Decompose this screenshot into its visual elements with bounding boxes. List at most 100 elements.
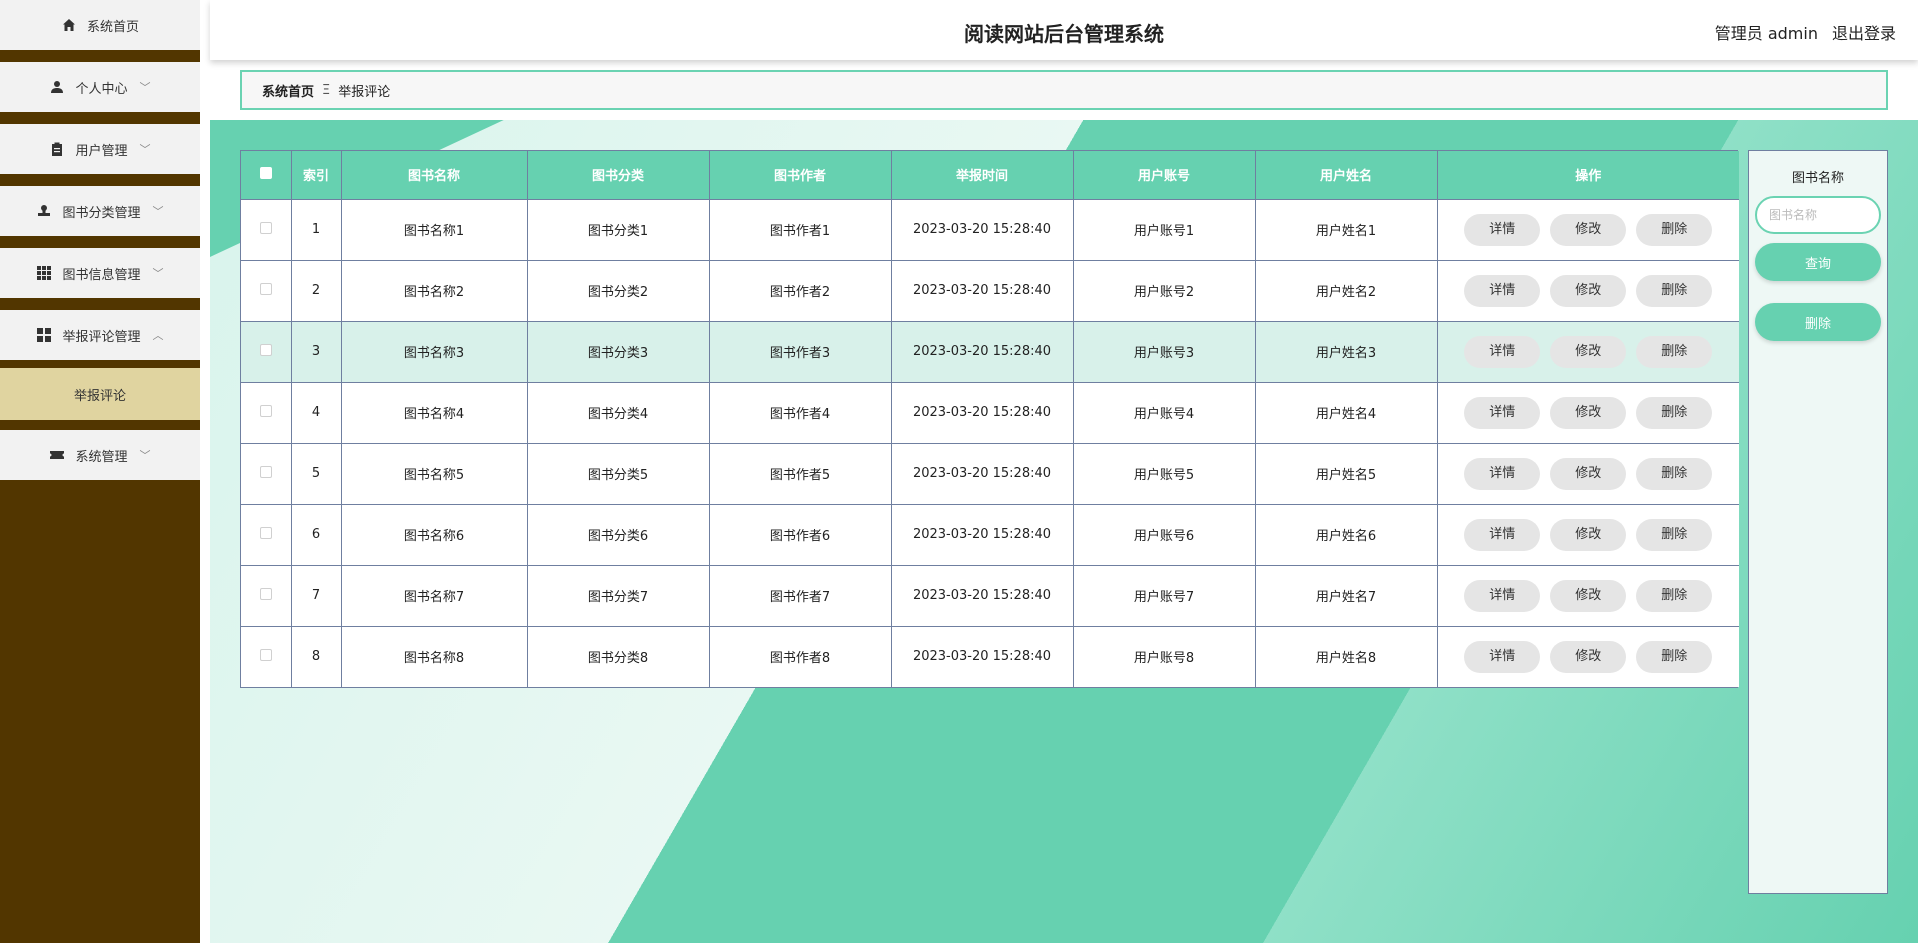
sidebar-item-report-comments[interactable]: 举报评论管理 ︿ — [0, 310, 200, 366]
table-row[interactable]: 2 图书名称2 图书分类2 图书作者2 2023-03-20 15:28:40 用户账号2… — [241, 259, 1739, 321]
row-checkbox[interactable] — [259, 526, 272, 539]
cell-account: 用户账号8 — [1073, 625, 1256, 687]
edit-button[interactable]: 修改 — [1550, 518, 1627, 551]
row-select-cell — [241, 503, 292, 565]
cell-author: 图书作者5 — [709, 442, 892, 504]
cell-time: 2023-03-20 15:28:40 — [891, 259, 1074, 321]
cell-category: 图书分类6 — [527, 503, 710, 565]
delete-button[interactable]: 删除 — [1636, 274, 1713, 307]
table-row[interactable]: 1 图书名称1 图书分类1 图书作者1 2023-03-20 15:28:40 用户账号1… — [241, 198, 1739, 260]
cell-index: 7 — [291, 564, 342, 626]
sidebar-item-label: 用户管理 — [75, 143, 128, 159]
cell-account: 用户账号3 — [1073, 320, 1256, 382]
detail-button[interactable]: 详情 — [1464, 640, 1541, 673]
sidebar-item-book-category[interactable]: 图书分类管理 ﹀ — [0, 186, 200, 242]
breadcrumb-home[interactable]: 系统首页 — [262, 81, 314, 100]
detail-button[interactable]: 详情 — [1464, 579, 1541, 612]
delete-button[interactable]: 删除 — [1636, 335, 1713, 368]
edit-button[interactable]: 修改 — [1550, 457, 1627, 490]
column-header: 图书作者 — [709, 151, 892, 199]
cell-time: 2023-03-20 15:28:40 — [891, 381, 1074, 443]
table-row[interactable]: 7 图书名称7 图书分类7 图书作者7 2023-03-20 15:28:40 用户账号7… — [241, 564, 1739, 626]
delete-button[interactable]: 删除 — [1636, 213, 1713, 246]
row-checkbox[interactable] — [259, 221, 272, 234]
column-header: 图书名称 — [341, 151, 528, 199]
cell-actions: 详情 修改 删除 — [1437, 320, 1739, 382]
delete-button[interactable]: 删除 — [1636, 640, 1713, 673]
edit-button[interactable]: 修改 — [1550, 640, 1627, 673]
cell-category: 图书分类8 — [527, 625, 710, 687]
cell-category: 图书分类1 — [527, 198, 710, 260]
chevron-down-icon: ﹀ — [139, 143, 151, 156]
sidebar-item-label: 个人中心 — [75, 81, 128, 97]
row-select-cell — [241, 442, 292, 504]
table-row[interactable]: 4 图书名称4 图书分类4 图书作者4 2023-03-20 15:28:40 用户账号4… — [241, 381, 1739, 443]
delete-button[interactable]: 删除 — [1636, 518, 1713, 551]
table-row[interactable]: 6 图书名称6 图书分类6 图书作者6 2023-03-20 15:28:40 用户账号6… — [241, 503, 1739, 565]
column-header: 索引 — [291, 151, 342, 199]
detail-button[interactable]: 详情 — [1464, 457, 1541, 490]
cell-time: 2023-03-20 15:28:40 — [891, 625, 1074, 687]
detail-button[interactable]: 详情 — [1464, 518, 1541, 551]
delete-button[interactable]: 删除 — [1636, 579, 1713, 612]
detail-button[interactable]: 详情 — [1464, 335, 1541, 368]
edit-button[interactable]: 修改 — [1550, 274, 1627, 307]
edit-button[interactable]: 修改 — [1550, 213, 1627, 246]
cell-actions: 详情 修改 删除 — [1437, 198, 1739, 260]
cell-author: 图书作者2 — [709, 259, 892, 321]
cell-actions: 详情 修改 删除 — [1437, 564, 1739, 626]
cell-category: 图书分类3 — [527, 320, 710, 382]
report-table: 索引 图书名称 图书分类 图书作者 举报时间 用户账号 用户姓名 操作 1 图书名… — [240, 150, 1739, 688]
detail-button[interactable]: 详情 — [1464, 213, 1541, 246]
delete-button[interactable]: 删除 — [1636, 457, 1713, 490]
delete-button[interactable]: 删除 — [1636, 396, 1713, 429]
column-header: 举报时间 — [891, 151, 1074, 199]
cell-actions: 详情 修改 删除 — [1437, 625, 1739, 687]
cell-book-name: 图书名称8 — [341, 625, 528, 687]
cell-book-name: 图书名称6 — [341, 503, 528, 565]
row-select-cell — [241, 625, 292, 687]
chevron-up-icon: ︿ — [152, 329, 164, 342]
edit-button[interactable]: 修改 — [1550, 579, 1627, 612]
cell-author: 图书作者8 — [709, 625, 892, 687]
batch-delete-button[interactable]: 删除 — [1755, 303, 1881, 341]
sidebar-item-label: 举报评论管理 — [62, 329, 141, 345]
sidebar-item-book-info[interactable]: 图书信息管理 ﹀ — [0, 248, 200, 304]
table-row[interactable]: 8 图书名称8 图书分类8 图书作者8 2023-03-20 15:28:40 用户账号8… — [241, 625, 1739, 687]
cell-book-name: 图书名称3 — [341, 320, 528, 382]
sidebar: 系统首页 个人中心 ﹀ 用户管理 ﹀ 图书分类管理 ﹀ 图书信息管理 ﹀ 举报评… — [0, 0, 200, 943]
query-button[interactable]: 查询 — [1755, 243, 1881, 281]
book-name-search-input[interactable] — [1755, 196, 1881, 234]
sidebar-item-system[interactable]: 系统管理 ﹀ — [0, 430, 200, 486]
column-header: 用户姓名 — [1255, 151, 1438, 199]
table-row[interactable]: 3 图书名称3 图书分类3 图书作者3 2023-03-20 15:28:40 用户账号3… — [241, 320, 1739, 382]
row-checkbox[interactable] — [259, 465, 272, 478]
row-select-cell — [241, 320, 292, 382]
sidebar-item-home[interactable]: 系统首页 — [0, 0, 200, 56]
cell-book-name: 图书名称2 — [341, 259, 528, 321]
detail-button[interactable]: 详情 — [1464, 274, 1541, 307]
row-checkbox[interactable] — [259, 648, 272, 661]
sidebar-item-user-management[interactable]: 用户管理 ﹀ — [0, 124, 200, 180]
edit-button[interactable]: 修改 — [1550, 396, 1627, 429]
cell-actions: 详情 修改 删除 — [1437, 259, 1739, 321]
sidebar-item-label: 图书分类管理 — [62, 205, 141, 221]
row-checkbox[interactable] — [259, 587, 272, 600]
submenu-item-report-comments[interactable]: 举报评论 — [0, 368, 200, 420]
cell-category: 图书分类4 — [527, 381, 710, 443]
detail-button[interactable]: 详情 — [1464, 396, 1541, 429]
cell-username: 用户姓名8 — [1255, 625, 1438, 687]
logout-link[interactable]: 退出登录 — [1832, 20, 1896, 44]
table-row[interactable]: 5 图书名称5 图书分类5 图书作者5 2023-03-20 15:28:40 用户账号5… — [241, 442, 1739, 504]
row-checkbox[interactable] — [259, 282, 272, 295]
cell-account: 用户账号5 — [1073, 442, 1256, 504]
sidebar-item-personal-center[interactable]: 个人中心 ﹀ — [0, 62, 200, 118]
page-title: 阅读网站后台管理系统 — [964, 22, 1164, 46]
edit-button[interactable]: 修改 — [1550, 335, 1627, 368]
cell-book-name: 图书名称4 — [341, 381, 528, 443]
row-checkbox[interactable] — [259, 404, 272, 417]
cell-index: 6 — [291, 503, 342, 565]
cell-username: 用户姓名3 — [1255, 320, 1438, 382]
row-checkbox[interactable] — [259, 343, 272, 356]
select-all-checkbox[interactable] — [259, 166, 272, 179]
